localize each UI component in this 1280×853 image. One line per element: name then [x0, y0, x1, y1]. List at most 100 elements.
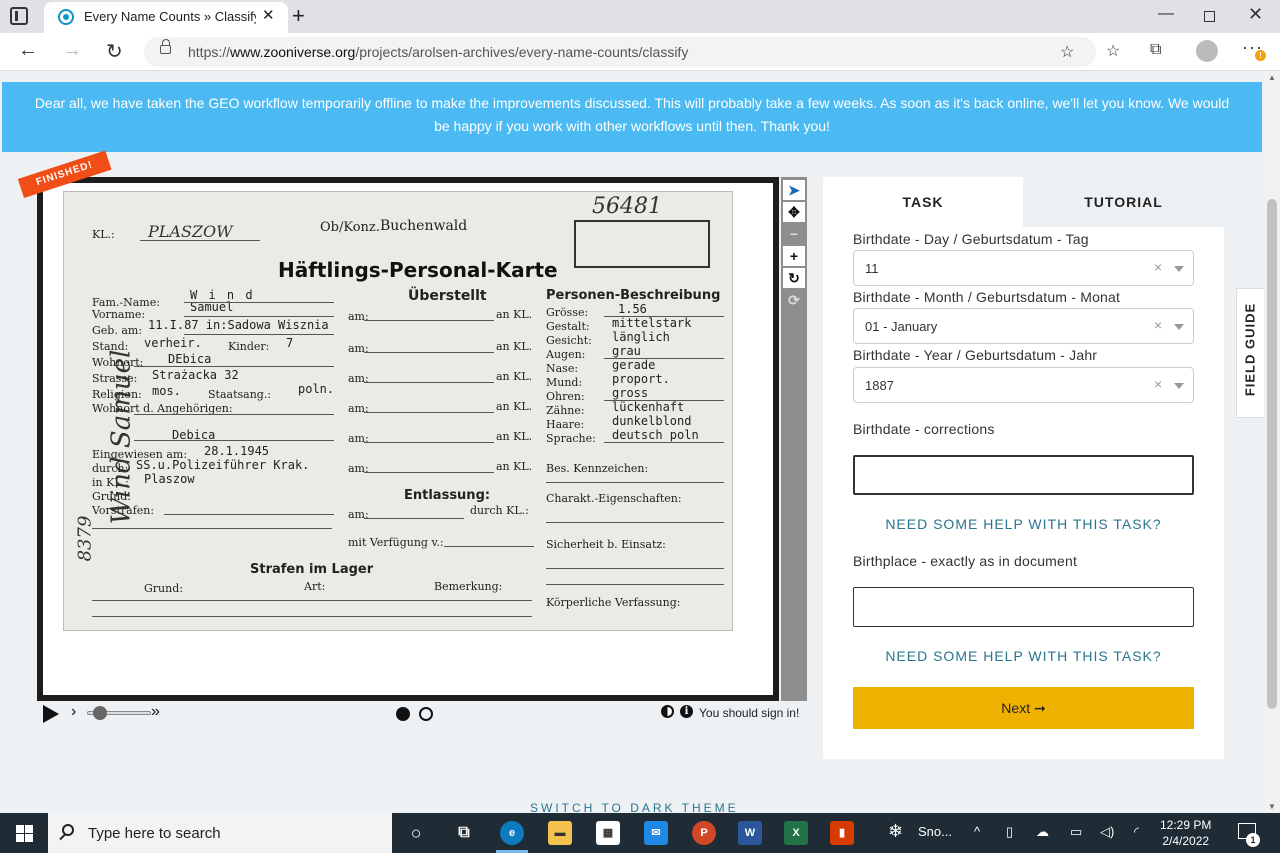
- clear-icon[interactable]: ×: [1154, 259, 1162, 275]
- year-value: 1887: [865, 378, 894, 393]
- cortana-icon[interactable]: ○: [404, 821, 428, 845]
- zooniverse-favicon-icon: [58, 9, 74, 25]
- weather-snow-icon[interactable]: ❄: [888, 821, 903, 842]
- card-value: 7: [286, 336, 294, 350]
- tab-close-icon[interactable]: ✕: [262, 6, 275, 24]
- day-select[interactable]: 11 ×: [853, 250, 1194, 286]
- taskbar-search[interactable]: Type here to search: [48, 813, 392, 853]
- minimize-icon[interactable]: —: [1158, 5, 1174, 23]
- card-section: Überstellt: [408, 288, 487, 304]
- speed-slider-knob[interactable]: [93, 706, 107, 720]
- step-forward-icon[interactable]: ›: [71, 703, 76, 721]
- card-label: an KL.: [496, 460, 533, 473]
- browser-tab[interactable]: Every Name Counts » Classify — ✕: [44, 2, 288, 33]
- wifi-icon[interactable]: ◜: [1134, 824, 1139, 840]
- windows-start-icon[interactable]: [16, 825, 33, 842]
- card-value: gross: [612, 386, 649, 400]
- chevron-down-icon[interactable]: [1174, 266, 1184, 272]
- scroll-up-icon[interactable]: ▲: [1268, 73, 1276, 82]
- rotate-icon[interactable]: ↻: [783, 268, 805, 288]
- zoom-out-icon[interactable]: −: [783, 224, 805, 244]
- card-label: am:: [348, 342, 369, 355]
- collections-icon[interactable]: ⧉: [1150, 41, 1161, 59]
- page-scrollbar[interactable]: ▲ ▼: [1264, 71, 1280, 813]
- window-close-icon[interactable]: ✕: [1248, 4, 1263, 25]
- file-explorer-icon[interactable]: ▬: [548, 821, 572, 845]
- help-link-birthplace[interactable]: NEED SOME HELP WITH THIS TASK?: [853, 648, 1194, 664]
- card-value: gerade: [612, 358, 656, 372]
- card-label: an KL.: [496, 308, 533, 321]
- powerpoint-icon[interactable]: P: [692, 821, 716, 845]
- card-label: Vorname:: [92, 308, 146, 321]
- card-label: an KL.: [496, 340, 533, 353]
- mail-icon[interactable]: ✉: [644, 821, 668, 845]
- favorites-icon[interactable]: ☆: [1106, 41, 1120, 61]
- contrast-icon[interactable]: [661, 705, 674, 718]
- card-value: deutsch poln: [612, 428, 699, 442]
- battery-icon[interactable]: ▭: [1070, 824, 1082, 840]
- weather-label[interactable]: Sno...: [918, 824, 952, 839]
- new-tab-icon[interactable]: +: [292, 3, 305, 29]
- edge-icon[interactable]: e: [496, 821, 528, 853]
- pointer-tool-icon[interactable]: ➤: [783, 180, 805, 200]
- zoom-in-icon[interactable]: +: [783, 246, 805, 266]
- viewer-controls: › » i You should sign in!: [37, 701, 807, 727]
- scroll-down-icon[interactable]: ▼: [1268, 802, 1276, 811]
- card-value: mos.: [152, 384, 181, 398]
- tab-task[interactable]: TASK: [823, 177, 1023, 227]
- card-section: Entlassung:: [404, 488, 491, 503]
- play-icon[interactable]: [43, 705, 59, 723]
- chevron-down-icon[interactable]: [1174, 383, 1184, 389]
- frame-dot-1[interactable]: [396, 707, 410, 721]
- browser-toolbar: ← → ↻ https://www.zooniverse.org/project…: [0, 33, 1280, 71]
- browser-tabstrip: Every Name Counts » Classify — ✕ + — ✕: [0, 0, 1280, 33]
- card-label: Bes. Kennzeichen:: [546, 462, 649, 475]
- card-camp-prefix: Ob/Konz.: [320, 220, 380, 235]
- taskbar-clock[interactable]: 12:29 PM 2/4/2022: [1160, 817, 1211, 849]
- add-favorite-icon[interactable]: ☆: [1060, 42, 1074, 62]
- card-label: am:: [348, 432, 369, 445]
- tray-expand-icon[interactable]: ^: [974, 824, 980, 839]
- touch-keyboard-icon[interactable]: ▯: [1006, 824, 1013, 840]
- scroll-thumb[interactable]: [1267, 199, 1277, 709]
- next-button[interactable]: Next ➞: [853, 687, 1194, 729]
- excel-icon[interactable]: X: [784, 821, 808, 845]
- tab-actions-icon[interactable]: [10, 7, 28, 25]
- corrections-field[interactable]: [853, 455, 1194, 495]
- profile-avatar[interactable]: [1196, 40, 1218, 62]
- office-icon[interactable]: ▮: [830, 821, 854, 845]
- card-value: Plaszow: [144, 472, 195, 486]
- reset-icon[interactable]: ⟳: [783, 290, 805, 310]
- fast-forward-icon[interactable]: »: [151, 703, 160, 721]
- birthplace-field[interactable]: [853, 587, 1194, 627]
- volume-icon[interactable]: ◁): [1100, 824, 1114, 840]
- clear-icon[interactable]: ×: [1154, 317, 1162, 333]
- clear-icon[interactable]: ×: [1154, 376, 1162, 392]
- chevron-down-icon[interactable]: [1174, 324, 1184, 330]
- maximize-icon[interactable]: [1204, 11, 1215, 22]
- card-label: Art:: [304, 580, 326, 593]
- subject-viewer[interactable]: KL.: PLASZOW Ob/Konz. Buchenwald 56481 H…: [37, 177, 779, 701]
- lock-icon[interactable]: [160, 39, 171, 54]
- forward-icon[interactable]: →: [62, 39, 82, 62]
- store-icon[interactable]: ▦: [596, 821, 620, 845]
- card-label: Charakt.-Eigenschaften:: [546, 492, 682, 505]
- onedrive-icon[interactable]: ☁: [1036, 824, 1049, 840]
- word-icon[interactable]: W: [738, 821, 762, 845]
- back-icon[interactable]: ←: [18, 39, 38, 62]
- card-value: Strażacka 32: [152, 368, 239, 382]
- address-bar[interactable]: https://www.zooniverse.org/projects/arol…: [144, 37, 1096, 67]
- info-icon[interactable]: i: [680, 705, 693, 718]
- frame-dot-2[interactable]: [419, 707, 433, 721]
- help-link-corrections[interactable]: NEED SOME HELP WITH THIS TASK?: [853, 516, 1194, 532]
- tab-tutorial[interactable]: TUTORIAL: [1023, 177, 1224, 227]
- subject-image[interactable]: KL.: PLASZOW Ob/Konz. Buchenwald 56481 H…: [43, 183, 773, 695]
- refresh-icon[interactable]: ↻: [106, 39, 123, 64]
- url-text[interactable]: https://www.zooniverse.org/projects/arol…: [188, 44, 688, 60]
- year-select[interactable]: 1887 ×: [853, 367, 1194, 403]
- windows-taskbar: Type here to search ○ ⧉ e ▬ ▦ ✉ P W X ▮ …: [0, 813, 1280, 853]
- month-select[interactable]: 01 - January ×: [853, 308, 1194, 344]
- task-view-icon[interactable]: ⧉: [452, 821, 476, 845]
- move-tool-icon[interactable]: ✥: [783, 202, 805, 222]
- field-guide-tab[interactable]: FIELD GUIDE: [1236, 288, 1264, 418]
